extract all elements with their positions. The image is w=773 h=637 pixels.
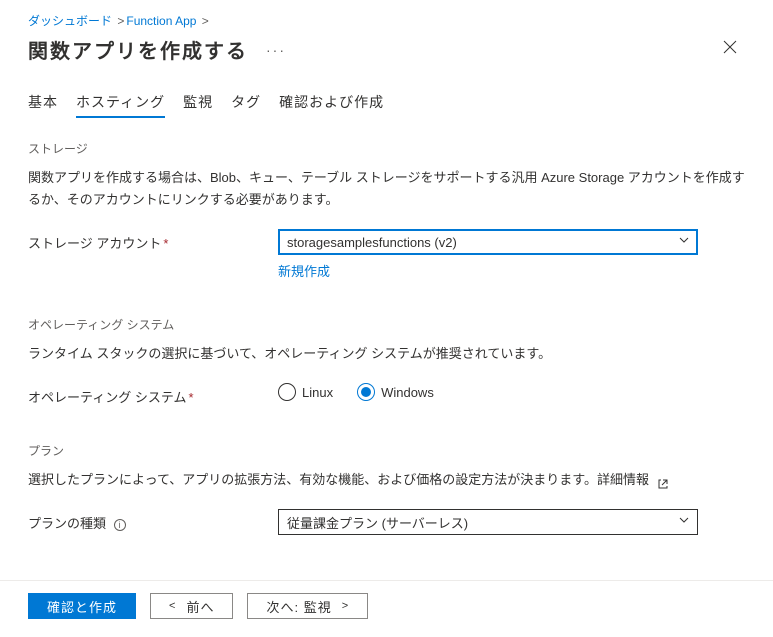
page-title: 関数アプリを作成する <box>28 35 248 64</box>
plan-type-value: 従量課金プラン (サーバーレス) <box>287 513 468 532</box>
tab-basics[interactable]: 基本 <box>28 92 58 118</box>
external-link-icon[interactable] <box>657 475 669 487</box>
tab-hosting[interactable]: ホスティング <box>76 92 165 118</box>
plan-type-label: プランの種類 i <box>28 509 278 532</box>
next-button[interactable]: 次へ: 監視 > <box>247 593 368 619</box>
close-icon[interactable] <box>715 36 745 63</box>
plan-type-select[interactable]: 従量課金プラン (サーバーレス) <box>278 509 698 535</box>
chevron-left-icon: < <box>169 600 176 612</box>
review-create-button[interactable]: 確認と作成 <box>28 593 136 619</box>
chevron-down-icon <box>679 237 689 247</box>
previous-button[interactable]: < 前へ <box>150 593 233 619</box>
radio-icon <box>357 383 375 401</box>
chevron-right-icon: > <box>342 600 349 612</box>
breadcrumb-sep: > <box>117 14 124 28</box>
breadcrumb: ダッシュボード >Function App > <box>28 12 745 29</box>
chevron-down-icon <box>679 517 689 527</box>
tab-monitoring[interactable]: 監視 <box>183 92 213 118</box>
os-label: オペレーティング システム* <box>28 383 278 406</box>
info-icon[interactable]: i <box>114 519 126 531</box>
storage-account-value: storagesamplesfunctions (v2) <box>287 235 457 250</box>
os-radio-linux[interactable]: Linux <box>278 383 333 401</box>
storage-account-select[interactable]: storagesamplesfunctions (v2) <box>278 229 698 255</box>
storage-heading: ストレージ <box>28 140 745 157</box>
tab-tags[interactable]: タグ <box>231 92 261 118</box>
storage-description: 関数アプリを作成する場合は、Blob、キュー、テーブル ストレージをサポートする… <box>28 167 745 211</box>
plan-description: 選択したプランによって、アプリの拡張方法、有効な機能、および価格の設定方法が決ま… <box>28 469 745 491</box>
required-indicator: * <box>188 390 193 405</box>
breadcrumb-dashboard[interactable]: ダッシュボード <box>28 14 112 28</box>
breadcrumb-sep: > <box>202 14 209 28</box>
os-description: ランタイム スタックの選択に基づいて、オペレーティング システムが推奨されていま… <box>28 343 745 365</box>
plan-heading: プラン <box>28 442 745 459</box>
os-radio-windows[interactable]: Windows <box>357 383 434 401</box>
required-indicator: * <box>163 236 168 251</box>
breadcrumb-function-app[interactable]: Function App <box>126 14 196 28</box>
more-menu[interactable]: ··· <box>266 42 286 58</box>
storage-account-label: ストレージ アカウント* <box>28 229 278 252</box>
tabs: 基本 ホスティング 監視 タグ 確認および作成 <box>28 92 745 118</box>
footer: 確認と作成 < 前へ 次へ: 監視 > <box>0 580 773 637</box>
radio-icon <box>278 383 296 401</box>
os-heading: オペレーティング システム <box>28 316 745 333</box>
storage-create-new-link[interactable]: 新規作成 <box>278 261 330 280</box>
tab-review[interactable]: 確認および作成 <box>279 92 384 118</box>
